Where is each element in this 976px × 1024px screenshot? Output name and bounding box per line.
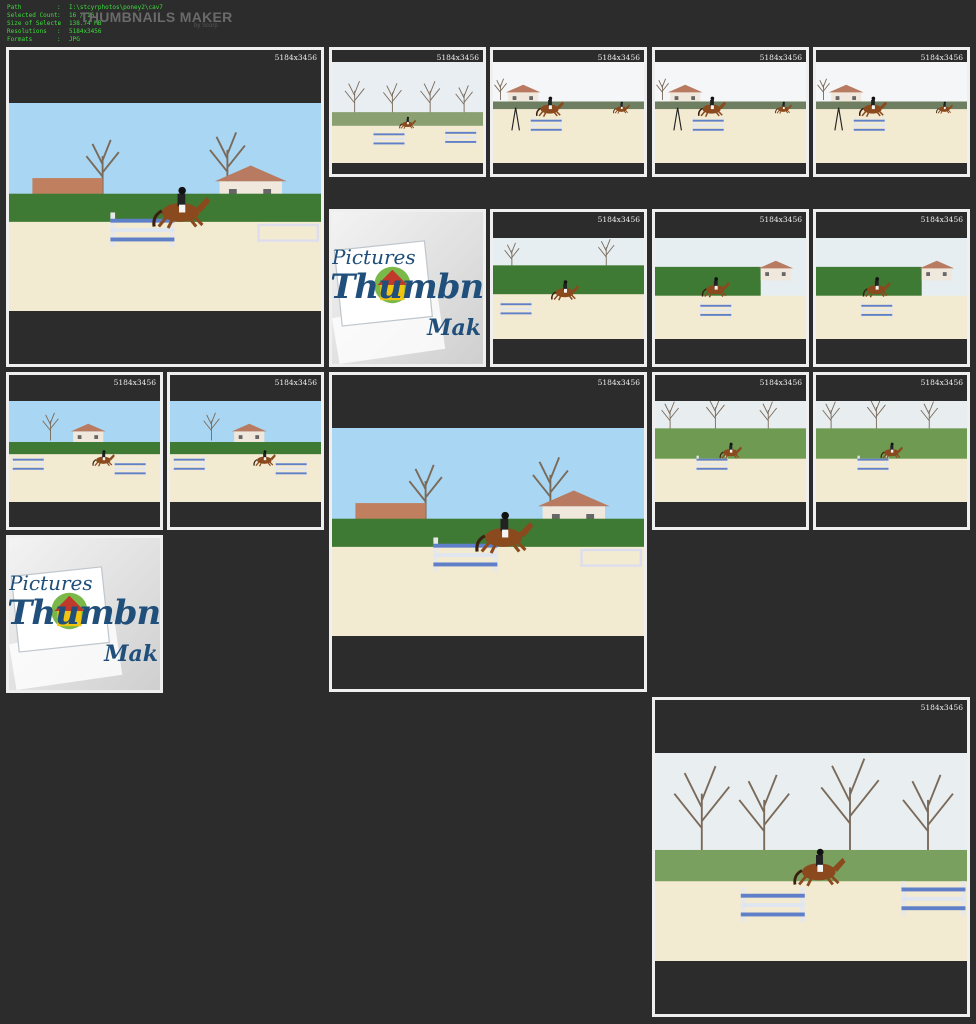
thumbnail-tile[interactable]: 5184x3456 (329, 372, 647, 692)
resolution-label: 5184x3456 (436, 53, 479, 62)
info-separator: : (57, 12, 61, 19)
app-byline: by Scorp (194, 23, 218, 29)
watermark-text-2: Thumbnails (332, 266, 483, 307)
info-row: Formats: JPG (7, 36, 163, 44)
resolution-label: 5184x3456 (113, 378, 156, 387)
thumbnail-image (816, 62, 967, 163)
thumbnail-image (655, 753, 967, 961)
thumbnail-image (493, 238, 644, 339)
thumbnail-image (655, 62, 806, 163)
resolution-label: 5184x3456 (920, 53, 963, 62)
thumbnail-tile[interactable]: 5184x3456 (329, 47, 486, 177)
thumbnail-image (816, 238, 967, 339)
resolution-label: 5184x3456 (597, 53, 640, 62)
thumbnail-tile[interactable]: 5184x3456 (6, 372, 163, 530)
watermark-text-3: Mak (104, 641, 158, 668)
thumbnail-image (170, 401, 321, 502)
resolution-label: 5184x3456 (597, 215, 640, 224)
info-separator: : (57, 28, 61, 35)
watermark-tile[interactable]: PicturesThumbnailsMak (6, 535, 163, 693)
resolution-label: 5184x3456 (920, 378, 963, 387)
thumbnail-tile[interactable]: 5184x3456 (813, 372, 970, 530)
thumbnail-image (493, 62, 644, 163)
watermark-tile[interactable]: PicturesThumbnailsMak (329, 209, 486, 367)
thumbnail-tile[interactable]: 5184x3456 (813, 47, 970, 177)
thumbnail-tile[interactable]: 5184x3456 (813, 209, 970, 367)
info-label: Formats (7, 36, 33, 43)
resolution-label: 5184x3456 (759, 53, 802, 62)
thumbnail-tile[interactable]: 5184x3456 (652, 209, 809, 367)
resolution-label: 5184x3456 (274, 378, 317, 387)
resolution-label: 5184x3456 (920, 215, 963, 224)
watermark-logo: PicturesThumbnailsMak (332, 212, 483, 364)
thumbnail-tile[interactable]: 5184x3456 (490, 47, 647, 177)
thumbnail-image (9, 103, 321, 311)
thumbnail-tile[interactable]: 5184x3456 (167, 372, 324, 530)
resolution-label: 5184x3456 (759, 378, 802, 387)
thumbnail-image (9, 401, 160, 502)
thumbnail-image (332, 62, 483, 163)
thumbnail-image (655, 238, 806, 339)
resolution-label: 5184x3456 (759, 215, 802, 224)
thumbnail-image (655, 401, 806, 502)
info-label: Path (7, 4, 22, 11)
watermark-logo: PicturesThumbnailsMak (9, 538, 160, 690)
info-value: JPG (69, 36, 80, 43)
thumbnail-tile[interactable]: 5184x3456 (490, 209, 647, 367)
info-label: Resolutions (7, 28, 47, 35)
thumbnail-tile[interactable]: 5184x3456 (652, 47, 809, 177)
thumbnail-tile[interactable]: 5184x3456 (652, 372, 809, 530)
resolution-label: 5184x3456 (274, 53, 317, 62)
thumbnail-image (816, 401, 967, 502)
thumbnail-image (332, 428, 644, 636)
resolution-label: 5184x3456 (597, 378, 640, 387)
info-separator: : (57, 4, 61, 11)
info-label: Selected Count (7, 12, 58, 19)
resolution-label: 5184x3456 (920, 703, 963, 712)
info-separator: : (57, 20, 61, 27)
info-value: 5184x3456 (69, 28, 102, 35)
watermark-text-2: Thumbnails (9, 592, 160, 633)
watermark-text-3: Mak (427, 315, 481, 342)
thumbnail-tile[interactable]: 5184x3456 (652, 697, 970, 1017)
thumbnail-tile[interactable]: 5184x3456 (6, 47, 324, 367)
info-separator: : (57, 36, 61, 43)
info-row: Resolutions: 5184x3456 (7, 28, 163, 36)
info-label: Size of Selecte (7, 20, 62, 27)
